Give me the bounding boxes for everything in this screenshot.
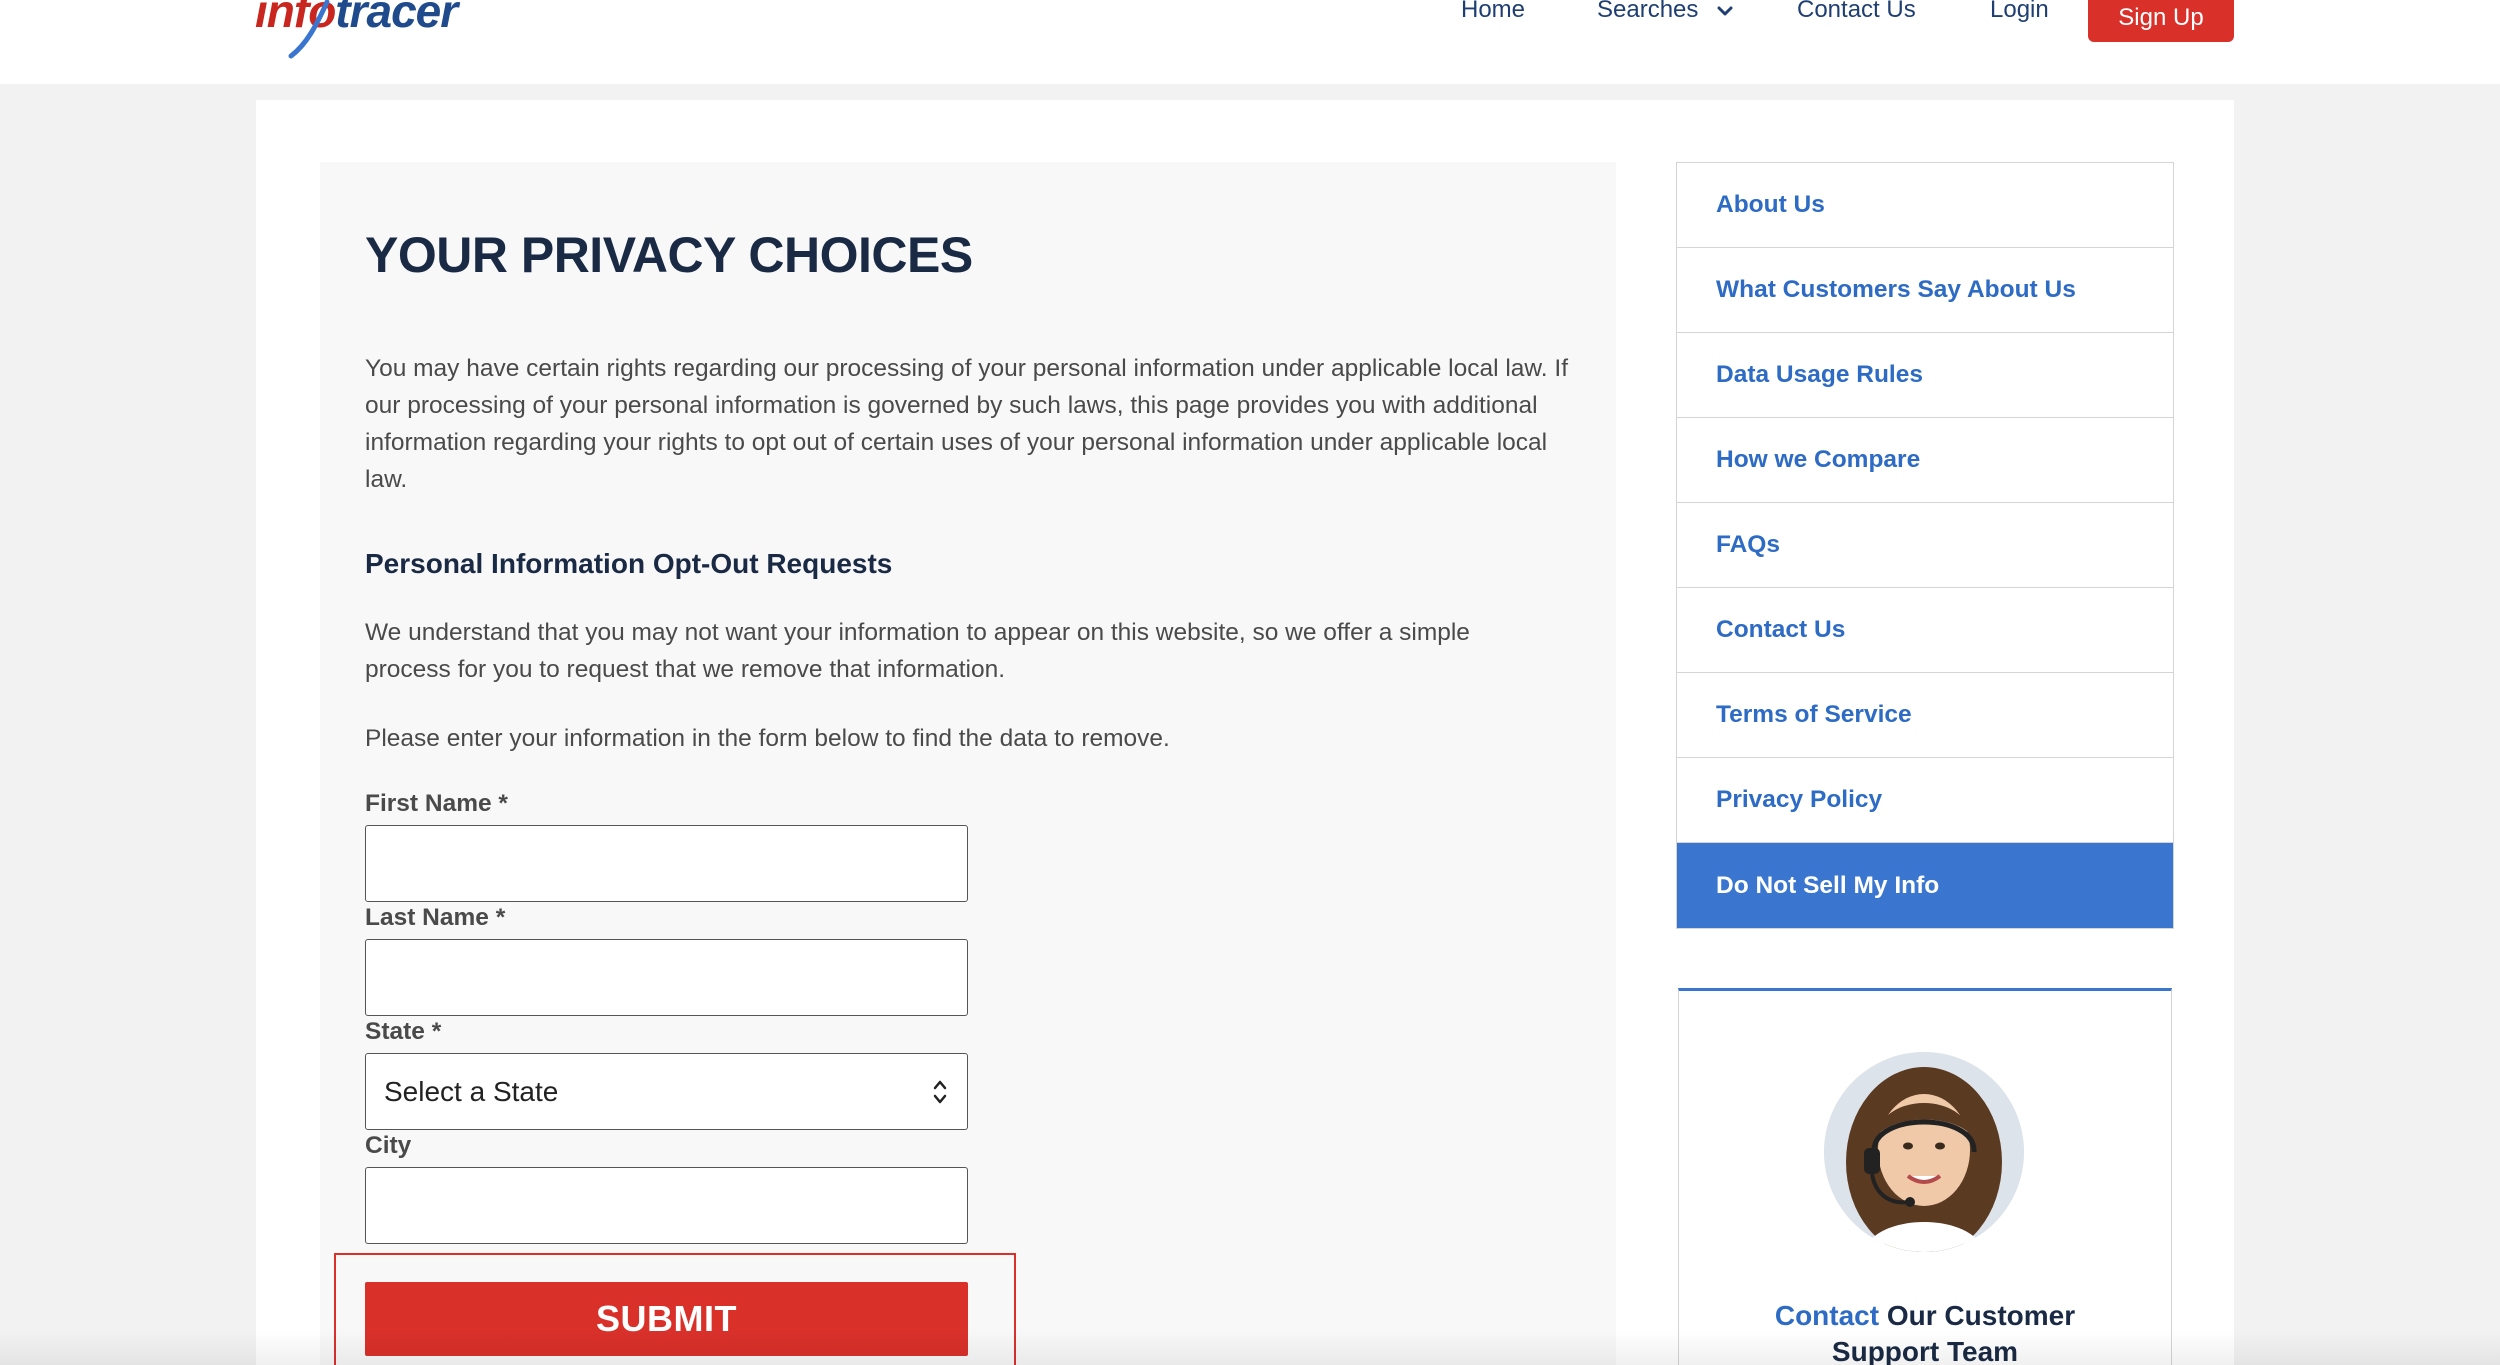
support-text-line1: Our Customer <box>1879 1300 2076 1331</box>
sidebar-item-terms-of-service[interactable]: Terms of Service <box>1677 673 2173 758</box>
sidebar-item-faqs[interactable]: FAQs <box>1677 503 2173 588</box>
support-agent-avatar <box>1824 1052 2024 1252</box>
nav-home-link[interactable]: Home <box>1461 0 1525 24</box>
submit-button[interactable]: SUBMIT <box>365 1282 968 1356</box>
nav-contact-link[interactable]: Contact Us <box>1797 0 1916 24</box>
support-team-text: Contact Our Customer Support Team <box>1690 1298 2160 1365</box>
sidebar-item-do-not-sell[interactable]: Do Not Sell My Info <box>1677 843 2173 928</box>
city-input[interactable] <box>365 1167 968 1244</box>
support-agent-icon <box>1824 1052 2024 1252</box>
last-name-input[interactable] <box>365 939 968 1016</box>
chevron-down-icon <box>1717 6 1733 16</box>
sidebar-item-about-us[interactable]: About Us <box>1677 163 2173 248</box>
sidebar-item-customer-reviews[interactable]: What Customers Say About Us <box>1677 248 2173 333</box>
sidebar-item-data-usage-rules[interactable]: Data Usage Rules <box>1677 333 2173 418</box>
select-arrows-icon <box>933 1080 947 1104</box>
form-instructions: Please enter your information in the for… <box>365 725 1170 752</box>
state-label: State * <box>365 1018 442 1045</box>
sidebar-item-contact-us[interactable]: Contact Us <box>1677 588 2173 673</box>
sidebar-menu: About Us What Customers Say About Us Dat… <box>1676 162 2174 929</box>
intro-paragraph: You may have certain rights regarding ou… <box>365 355 1569 493</box>
opt-out-paragraph: We understand that you may not want your… <box>365 619 1470 683</box>
sign-up-button[interactable]: Sign Up <box>2088 0 2234 42</box>
opt-out-subheading: Personal Information Opt-Out Requests <box>365 548 893 579</box>
logo-swoosh-icon <box>288 0 330 59</box>
logo-text-tracer: tracer <box>335 0 458 37</box>
page-title: YOUR PRIVACY CHOICES <box>365 227 973 283</box>
sidebar-item-how-we-compare[interactable]: How we Compare <box>1677 418 2173 503</box>
state-select-value: Select a State <box>384 1075 559 1107</box>
sidebar-item-privacy-policy[interactable]: Privacy Policy <box>1677 758 2173 843</box>
support-contact-link[interactable]: Contact <box>1775 1300 1879 1331</box>
site-header: infotracer Home Searches Contact Us Logi… <box>0 0 2500 84</box>
first-name-label: First Name * <box>365 790 508 817</box>
city-label: City <box>365 1132 412 1159</box>
first-name-input[interactable] <box>365 825 968 902</box>
nav-searches-menu[interactable]: Searches <box>1597 0 1733 24</box>
last-name-label: Last Name * <box>365 904 506 931</box>
nav-login-link[interactable]: Login <box>1990 0 2049 24</box>
infotracer-logo[interactable]: infotracer <box>255 0 458 64</box>
state-select[interactable]: Select a State <box>365 1053 968 1130</box>
support-text-line2: Support Team <box>1831 1336 2019 1365</box>
nav-searches-label: Searches <box>1597 0 1699 23</box>
